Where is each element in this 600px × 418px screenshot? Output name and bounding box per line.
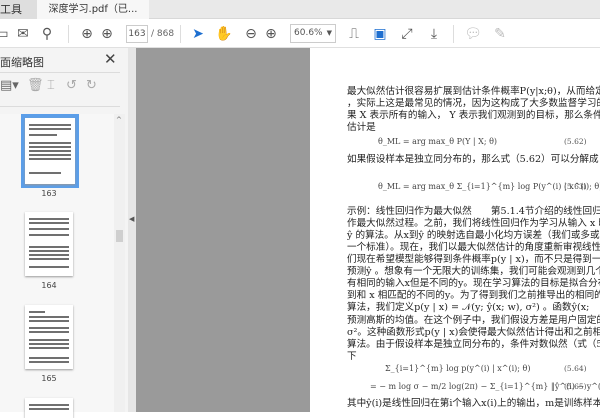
text-line: 如果假设样本是独立同分布的，那么式（5.62）可以分解成	[347, 154, 599, 165]
thumbnail-164[interactable]	[25, 212, 73, 276]
equation-number: (5.62)	[564, 137, 587, 146]
tab-tools[interactable]: 工具	[0, 0, 37, 19]
text-line: 最大似然估计很容易扩展到估计条件概率P(y|x;θ)，从而给定x预	[347, 86, 600, 97]
text-line: 预测ŷ 。想象有一个无限大的训练集，我们可能会观测到几个训练	[347, 266, 600, 277]
close-icon[interactable]: ✕	[104, 50, 117, 68]
text-line: σ²。这种函数形式p(y | x)会使得最大似然估计得出和之前相同的	[347, 327, 600, 338]
thumbnail-label: 165	[41, 374, 57, 383]
zoom-out-button[interactable]: ⊖	[241, 24, 261, 44]
thumbnail-label: 164	[41, 281, 57, 290]
hand-tool-icon[interactable]: ✋	[214, 24, 234, 44]
options-menu-icon[interactable]: ▤▾	[0, 78, 19, 98]
text-line: 算法，我们定义p(y | x) = 𝒩(y; ŷ(x; w), σ²) 。函数ŷ…	[347, 302, 590, 313]
text-line: 其中ŷ(i)是线性回归在第i个输入x(i)上的输出，m是训练样本的数	[347, 398, 600, 409]
previous-page-button[interactable]: ⊕	[77, 24, 97, 44]
rotate-right-icon[interactable]: ↻	[86, 78, 97, 98]
fit-page-icon[interactable]: ⎍	[344, 24, 364, 44]
equation: θ_ML = arg max_θ P(Y | X; θ)	[378, 137, 498, 146]
text-line: 到和 x 相匹配的不同的y。为了得到我们之前推导出的相同的线性	[347, 290, 600, 301]
equation: Σ_{i=1}^{m} log p(y^(i) | x^(i); θ)	[385, 364, 531, 373]
thumbnail-166[interactable]	[25, 398, 73, 418]
print-icon[interactable]: ▭	[0, 24, 12, 44]
collapse-arrow-icon[interactable]: ◀	[129, 215, 134, 223]
select-cursor-icon[interactable]: ➤	[188, 24, 208, 44]
document-background	[136, 48, 310, 412]
zoom-in-button[interactable]: ⊕	[261, 24, 281, 44]
text-line: 示例：线性回归作为最大似然 第5.1.4节介绍的线性回归，可以	[347, 206, 600, 217]
text-line: 算法。由于假设样本是独立同分布的，条件对数似然（式（5.63））	[347, 339, 600, 350]
highlight-pen-icon[interactable]: ✎	[490, 24, 510, 44]
panel-splitter[interactable]: ◀	[128, 48, 136, 412]
text-line: ŷ 的算法。从x到ŷ 的映射选自最小化均方误差（我们或多或少介	[347, 230, 600, 241]
comment-icon[interactable]: 💬︎	[463, 24, 483, 44]
equation-number: (5.65)	[564, 382, 587, 391]
page-number-input[interactable]: 163	[126, 25, 148, 43]
text-line: 一个标准）。现在，我们以最大似然估计的角度重新审视线性回归。	[347, 242, 600, 253]
text-line: 下	[347, 351, 357, 362]
text-line: 果 X 表示所有的输入， Y 表示我们观测到的目标，那么条件最大似	[347, 110, 600, 121]
email-icon[interactable]: ✉	[13, 24, 33, 44]
equation-number: (5.64)	[564, 364, 587, 373]
tab-bar: 工具 深度学习.pdf（已...	[0, 0, 600, 19]
delete-icon[interactable]: 🗑︎	[27, 78, 44, 98]
text-line: 有相同的输入x但是不同的y。现在学习算法的目标是拟合分布p(y |	[347, 278, 600, 289]
text-line: ，实际上这是最常见的情况，因为这构成了大多数监督学习的基础。如	[347, 98, 600, 109]
text-line: 预测高斯的均值。在这个例子中，我们假设方差是用户固定的某个	[347, 315, 600, 326]
fit-width-icon[interactable]: ▣	[370, 24, 390, 44]
thumbnail-label: 163	[41, 189, 57, 198]
tab-document[interactable]: 深度学习.pdf（已...	[37, 0, 149, 19]
panel-title: 面缩略图	[0, 56, 44, 69]
toolbar: ▭ ✉ ⚲ ⊕ ⊕ 163 / 868 ➤ ✋ ⊖ ⊕ 60.6% ▼ ⎍ ▣ ⤢…	[0, 19, 600, 48]
extract-page-icon[interactable]: ⌶	[47, 78, 55, 98]
next-page-button[interactable]: ⊕	[97, 24, 117, 44]
rotate-left-icon[interactable]: ↺	[66, 78, 77, 98]
text-line: 估计是	[347, 122, 376, 133]
zoom-value: 60.6%	[294, 28, 323, 38]
pdf-page: 最大似然估计很容易扩展到估计条件概率P(y|x;θ)，从而给定x预 ，实际上这是…	[310, 48, 600, 412]
search-icon[interactable]: ⚲	[37, 24, 57, 44]
thumbnail-165[interactable]	[25, 305, 73, 369]
text-line: 作最大似然过程。之前，我们将线性回归作为学习从输入 x 映射到	[347, 218, 600, 229]
page-total: / 868	[151, 29, 175, 39]
text-line: 们现在希望模型能够得到条件概率p(y | x)，而不只是得到一个单	[347, 254, 600, 265]
scroll-mode-icon[interactable]: ⤓	[424, 24, 444, 44]
scroll-up-icon[interactable]: ^	[116, 116, 122, 124]
thumbnail-scrollbar[interactable]: ^	[114, 114, 125, 412]
scrollbar-thumb[interactable]	[116, 230, 123, 242]
zoom-select[interactable]: 60.6% ▼	[290, 24, 336, 43]
chevron-down-icon: ▼	[326, 29, 332, 37]
equation-number: (5.63)	[564, 182, 587, 191]
fullscreen-icon[interactable]: ⤢	[397, 24, 417, 44]
